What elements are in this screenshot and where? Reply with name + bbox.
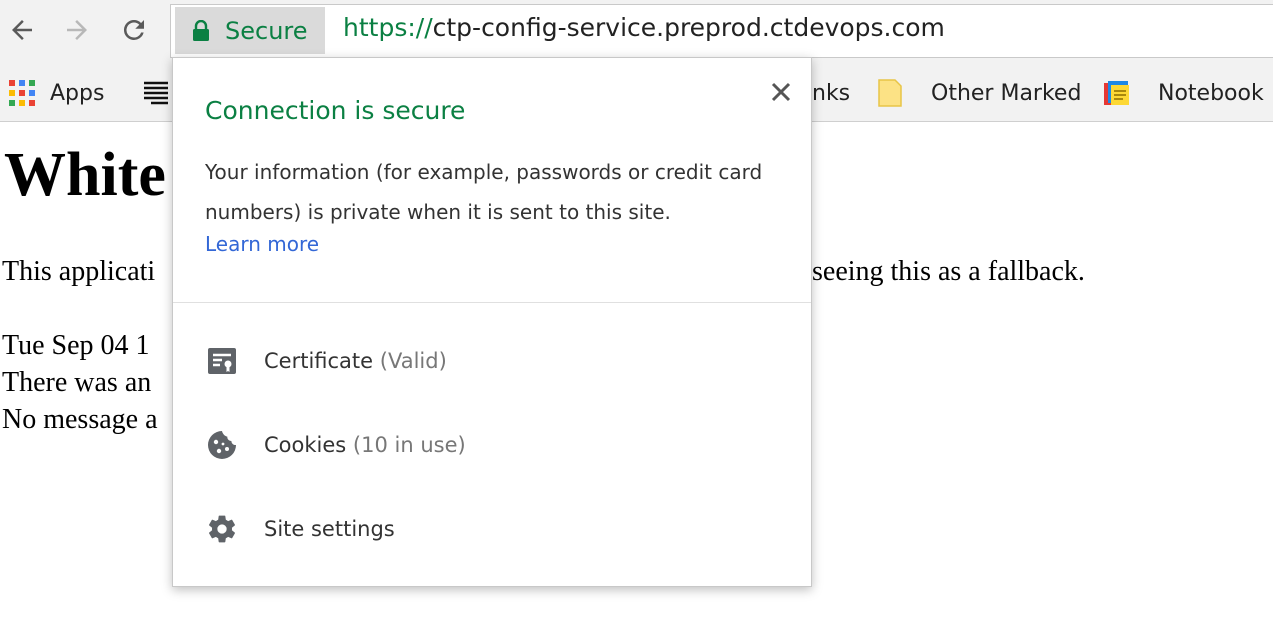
url-host: ctp-config-service.preprod.ctdevops.com (432, 13, 945, 42)
site-settings-row[interactable]: Site settings (173, 499, 811, 559)
url-scheme: https:// (343, 13, 433, 42)
page-error-line: There was an (2, 367, 152, 398)
cookies-label-group: Cookies (10 in use) (264, 433, 466, 457)
page-line-1: This applicati (2, 256, 156, 287)
secure-label: Secure (225, 16, 308, 45)
site-settings-label: Site settings (264, 517, 395, 541)
learn-more-link[interactable]: Learn more (205, 232, 319, 256)
popup-title: Connection is secure (205, 96, 466, 125)
page-line-1-tail: seeing this as a fallback. (812, 256, 1085, 287)
close-icon (771, 82, 791, 102)
bookmark-partial-label: nks (812, 80, 851, 106)
bookmark-notebook-label: Notebook (1158, 80, 1264, 106)
forward-button[interactable] (57, 10, 97, 50)
certificate-icon (206, 345, 238, 377)
bookmark-apps[interactable]: Apps (8, 64, 104, 122)
url-text[interactable]: https://ctp-config-service.preprod.ctdev… (343, 13, 945, 42)
reload-icon (123, 19, 144, 40)
certificate-row[interactable]: Certificate (Valid) (173, 331, 811, 391)
cookie-icon (206, 429, 238, 461)
site-info-popup: Connection is secure Your information (f… (172, 57, 812, 587)
bookmark-apps-label: Apps (50, 80, 105, 106)
page-timestamp: Tue Sep 04 1 (2, 330, 150, 361)
lock-icon (192, 19, 210, 42)
notebook-icon (1102, 78, 1132, 108)
bookmark-other-marked-label: Other Marked (931, 80, 1082, 106)
popup-description: Your information (for example, passwords… (205, 160, 763, 224)
popup-divider (173, 302, 811, 303)
reload-button[interactable] (114, 10, 154, 50)
address-bar[interactable]: Secure https://ctp-config-service.prepro… (170, 4, 1273, 58)
bookmark-other-marked[interactable]: Other Marked (877, 64, 1081, 122)
page-message-line: No message a (2, 404, 158, 435)
apps-grid-icon (8, 79, 36, 107)
page-error-block: Tue Sep 04 1 There was an No message a (2, 327, 158, 438)
certificate-status: (Valid) (379, 349, 447, 373)
bookmark-partial[interactable]: nks (812, 64, 850, 122)
forward-arrow-icon (67, 20, 87, 40)
cookies-row[interactable]: Cookies (10 in use) (173, 415, 811, 475)
page-heading: White (4, 141, 166, 209)
folder-icon (877, 78, 903, 108)
back-button[interactable] (2, 10, 42, 50)
gear-icon (206, 513, 238, 545)
certificate-label: Certificate (264, 349, 374, 373)
back-arrow-icon (12, 20, 32, 40)
certificate-label-group: Certificate (Valid) (264, 349, 447, 373)
list-lines-icon (143, 80, 169, 106)
close-button[interactable] (765, 76, 797, 108)
browser-toolbar: Secure https://ctp-config-service.prepro… (0, 0, 1273, 64)
cookies-count: (10 in use) (352, 433, 466, 457)
secure-indicator-button[interactable]: Secure (175, 7, 325, 54)
bookmark-notebook[interactable]: Notebook (1102, 64, 1264, 122)
cookies-label: Cookies (264, 433, 347, 457)
